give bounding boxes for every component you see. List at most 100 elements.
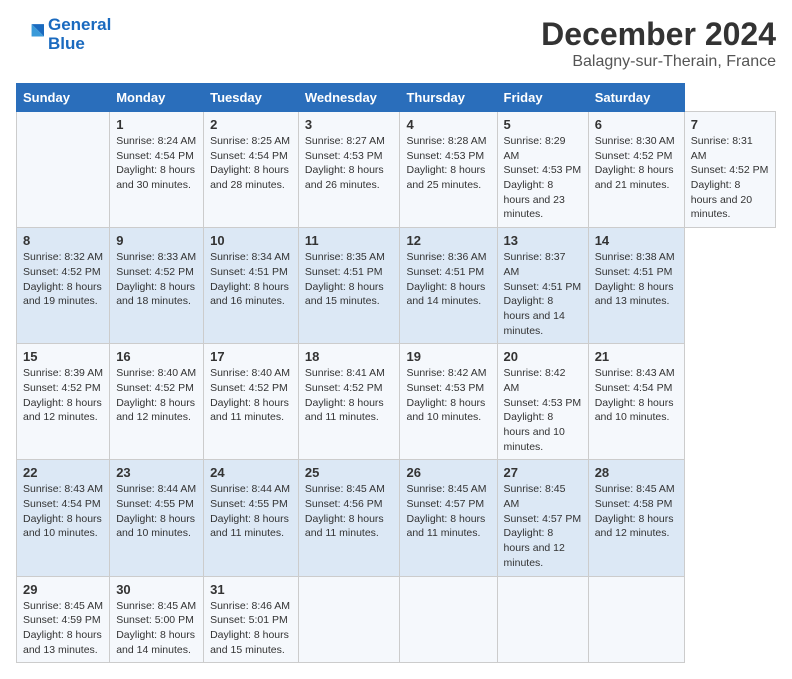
day-number: 10 (210, 233, 292, 248)
calendar-cell (497, 576, 588, 663)
daylight-text: Daylight: 8 hours and 26 minutes. (305, 164, 384, 191)
sunset-text: Sunset: 4:53 PM (406, 382, 484, 394)
sunrise-text: Sunrise: 8:40 AM (210, 367, 290, 379)
day-info: Sunrise: 8:40 AM Sunset: 4:52 PM Dayligh… (116, 366, 197, 425)
daylight-text: Daylight: 8 hours and 19 minutes. (23, 281, 102, 308)
day-number: 30 (116, 582, 197, 597)
day-info: Sunrise: 8:39 AM Sunset: 4:52 PM Dayligh… (23, 366, 103, 425)
header-friday: Friday (497, 84, 588, 112)
daylight-text: Daylight: 8 hours and 18 minutes. (116, 281, 195, 308)
sunrise-text: Sunrise: 8:44 AM (210, 483, 290, 495)
day-info: Sunrise: 8:46 AM Sunset: 5:01 PM Dayligh… (210, 599, 292, 658)
month-title: December 2024 (541, 16, 776, 53)
calendar-cell: 8 Sunrise: 8:32 AM Sunset: 4:52 PM Dayli… (17, 228, 110, 344)
weekday-header-row: Sunday Monday Tuesday Wednesday Thursday… (17, 84, 776, 112)
day-info: Sunrise: 8:45 AM Sunset: 5:00 PM Dayligh… (116, 599, 197, 658)
sunset-text: Sunset: 4:51 PM (504, 281, 582, 293)
header-saturday: Saturday (588, 84, 684, 112)
day-info: Sunrise: 8:30 AM Sunset: 4:52 PM Dayligh… (595, 134, 678, 193)
calendar-cell: 1 Sunrise: 8:24 AM Sunset: 4:54 PM Dayli… (110, 112, 204, 228)
header-sunday: Sunday (17, 84, 110, 112)
daylight-text: Daylight: 8 hours and 28 minutes. (210, 164, 289, 191)
day-number: 18 (305, 349, 394, 364)
calendar-cell: 19 Sunrise: 8:42 AM Sunset: 4:53 PM Dayl… (400, 344, 497, 460)
sunrise-text: Sunrise: 8:30 AM (595, 135, 675, 147)
sunset-text: Sunset: 4:51 PM (406, 266, 484, 278)
day-info: Sunrise: 8:34 AM Sunset: 4:51 PM Dayligh… (210, 250, 292, 309)
day-number: 27 (504, 465, 582, 480)
daylight-text: Daylight: 8 hours and 11 minutes. (305, 513, 384, 540)
calendar-cell: 12 Sunrise: 8:36 AM Sunset: 4:51 PM Dayl… (400, 228, 497, 344)
day-number: 26 (406, 465, 490, 480)
day-info: Sunrise: 8:45 AM Sunset: 4:57 PM Dayligh… (406, 482, 490, 541)
calendar-cell: 31 Sunrise: 8:46 AM Sunset: 5:01 PM Dayl… (204, 576, 299, 663)
sunrise-text: Sunrise: 8:45 AM (504, 483, 566, 510)
calendar-cell: 30 Sunrise: 8:45 AM Sunset: 5:00 PM Dayl… (110, 576, 204, 663)
sunrise-text: Sunrise: 8:36 AM (406, 251, 486, 263)
sunset-text: Sunset: 4:53 PM (504, 397, 582, 409)
day-info: Sunrise: 8:45 AM Sunset: 4:58 PM Dayligh… (595, 482, 678, 541)
calendar-cell: 20 Sunrise: 8:42 AM Sunset: 4:53 PM Dayl… (497, 344, 588, 460)
day-number: 7 (691, 117, 769, 132)
daylight-text: Daylight: 8 hours and 12 minutes. (595, 513, 674, 540)
sunrise-text: Sunrise: 8:37 AM (504, 251, 566, 278)
sunset-text: Sunset: 4:54 PM (23, 498, 101, 510)
sunset-text: Sunset: 4:51 PM (305, 266, 383, 278)
day-number: 29 (23, 582, 103, 597)
daylight-text: Daylight: 8 hours and 11 minutes. (305, 397, 384, 424)
sunset-text: Sunset: 4:53 PM (406, 150, 484, 162)
sunset-text: Sunset: 4:55 PM (210, 498, 288, 510)
calendar-cell: 22 Sunrise: 8:43 AM Sunset: 4:54 PM Dayl… (17, 460, 110, 576)
calendar-cell: 5 Sunrise: 8:29 AM Sunset: 4:53 PM Dayli… (497, 112, 588, 228)
sunrise-text: Sunrise: 8:45 AM (305, 483, 385, 495)
day-info: Sunrise: 8:36 AM Sunset: 4:51 PM Dayligh… (406, 250, 490, 309)
day-number: 2 (210, 117, 292, 132)
daylight-text: Daylight: 8 hours and 10 minutes. (116, 513, 195, 540)
day-number: 15 (23, 349, 103, 364)
sunset-text: Sunset: 4:52 PM (116, 382, 194, 394)
sunset-text: Sunset: 4:52 PM (305, 382, 383, 394)
day-info: Sunrise: 8:37 AM Sunset: 4:51 PM Dayligh… (504, 250, 582, 338)
calendar-cell: 9 Sunrise: 8:33 AM Sunset: 4:52 PM Dayli… (110, 228, 204, 344)
daylight-text: Daylight: 8 hours and 12 minutes. (23, 397, 102, 424)
sunset-text: Sunset: 4:55 PM (116, 498, 194, 510)
daylight-text: Daylight: 8 hours and 11 minutes. (210, 397, 289, 424)
sunset-text: Sunset: 4:52 PM (116, 266, 194, 278)
daylight-text: Daylight: 8 hours and 14 minutes. (406, 281, 485, 308)
sunset-text: Sunset: 4:52 PM (210, 382, 288, 394)
calendar-cell: 26 Sunrise: 8:45 AM Sunset: 4:57 PM Dayl… (400, 460, 497, 576)
day-number: 20 (504, 349, 582, 364)
daylight-text: Daylight: 8 hours and 10 minutes. (595, 397, 674, 424)
sunrise-text: Sunrise: 8:33 AM (116, 251, 196, 263)
day-number: 1 (116, 117, 197, 132)
calendar-cell: 4 Sunrise: 8:28 AM Sunset: 4:53 PM Dayli… (400, 112, 497, 228)
sunrise-text: Sunrise: 8:24 AM (116, 135, 196, 147)
logo-text: General Blue (48, 16, 111, 53)
day-number: 31 (210, 582, 292, 597)
sunset-text: Sunset: 4:56 PM (305, 498, 383, 510)
sunset-text: Sunset: 5:00 PM (116, 614, 194, 626)
calendar-cell: 27 Sunrise: 8:45 AM Sunset: 4:57 PM Dayl… (497, 460, 588, 576)
calendar-cell: 14 Sunrise: 8:38 AM Sunset: 4:51 PM Dayl… (588, 228, 684, 344)
calendar-week-row: 15 Sunrise: 8:39 AM Sunset: 4:52 PM Dayl… (17, 344, 776, 460)
sunrise-text: Sunrise: 8:41 AM (305, 367, 385, 379)
calendar-week-row: 29 Sunrise: 8:45 AM Sunset: 4:59 PM Dayl… (17, 576, 776, 663)
calendar-cell: 2 Sunrise: 8:25 AM Sunset: 4:54 PM Dayli… (204, 112, 299, 228)
day-number: 21 (595, 349, 678, 364)
sunrise-text: Sunrise: 8:42 AM (504, 367, 566, 394)
sunrise-text: Sunrise: 8:34 AM (210, 251, 290, 263)
header-monday: Monday (110, 84, 204, 112)
sunrise-text: Sunrise: 8:44 AM (116, 483, 196, 495)
calendar-cell: 6 Sunrise: 8:30 AM Sunset: 4:52 PM Dayli… (588, 112, 684, 228)
daylight-text: Daylight: 8 hours and 20 minutes. (691, 179, 752, 220)
sunset-text: Sunset: 4:52 PM (23, 266, 101, 278)
day-number: 17 (210, 349, 292, 364)
day-info: Sunrise: 8:29 AM Sunset: 4:53 PM Dayligh… (504, 134, 582, 222)
calendar-cell: 11 Sunrise: 8:35 AM Sunset: 4:51 PM Dayl… (298, 228, 400, 344)
calendar-week-row: 8 Sunrise: 8:32 AM Sunset: 4:52 PM Dayli… (17, 228, 776, 344)
sunset-text: Sunset: 4:57 PM (504, 513, 582, 525)
day-info: Sunrise: 8:33 AM Sunset: 4:52 PM Dayligh… (116, 250, 197, 309)
page-header: General Blue December 2024 Balagny-sur-T… (16, 16, 776, 71)
sunrise-text: Sunrise: 8:28 AM (406, 135, 486, 147)
daylight-text: Daylight: 8 hours and 16 minutes. (210, 281, 289, 308)
